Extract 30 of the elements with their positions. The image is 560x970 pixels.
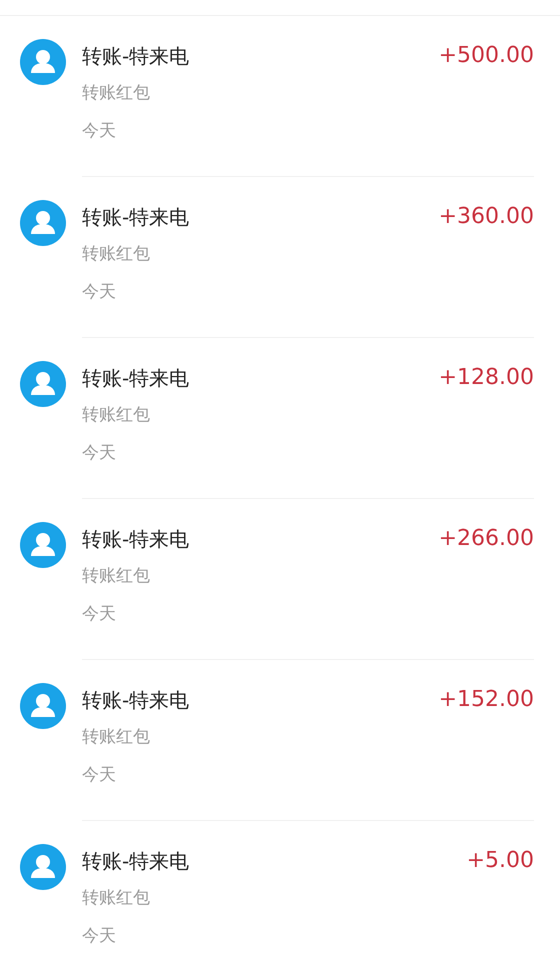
transaction-type: 转账红包: [82, 887, 150, 910]
transaction-date: 今天: [82, 603, 116, 626]
transaction-title: 转账-特来电: [82, 848, 190, 875]
transaction-date: 今天: [82, 281, 116, 304]
transaction-title: 转账-特来电: [82, 43, 190, 70]
avatar-icon: [20, 522, 66, 568]
avatar-icon: [20, 39, 66, 85]
transaction-amount: +152.00: [438, 686, 534, 714]
transaction-title: 转账-特来电: [82, 365, 190, 392]
transaction-title: 转账-特来电: [82, 204, 190, 231]
transaction-title: 转账-特来电: [82, 526, 190, 553]
transaction-type: 转账红包: [82, 82, 150, 105]
transaction-type: 转账红包: [82, 404, 150, 427]
transaction-amount: +360.00: [438, 203, 534, 231]
transaction-type: 转账红包: [82, 726, 150, 749]
avatar-icon: [20, 844, 66, 890]
transaction-amount: +500.00: [438, 42, 534, 70]
transaction-date: 今天: [82, 442, 116, 465]
transaction-amount: +266.00: [438, 525, 534, 553]
avatar-icon: [20, 200, 66, 246]
avatar-icon: [20, 683, 66, 729]
transaction-date: 今天: [82, 120, 116, 143]
transaction-amount: +128.00: [438, 364, 534, 392]
transaction-type: 转账红包: [82, 565, 150, 588]
transaction-date: 今天: [82, 764, 116, 787]
transaction-type: 转账红包: [82, 243, 150, 266]
transaction-date: 今天: [82, 925, 116, 948]
avatar-icon: [20, 361, 66, 407]
transaction-title: 转账-特来电: [82, 687, 190, 714]
transaction-amount: +5.00: [466, 847, 534, 875]
